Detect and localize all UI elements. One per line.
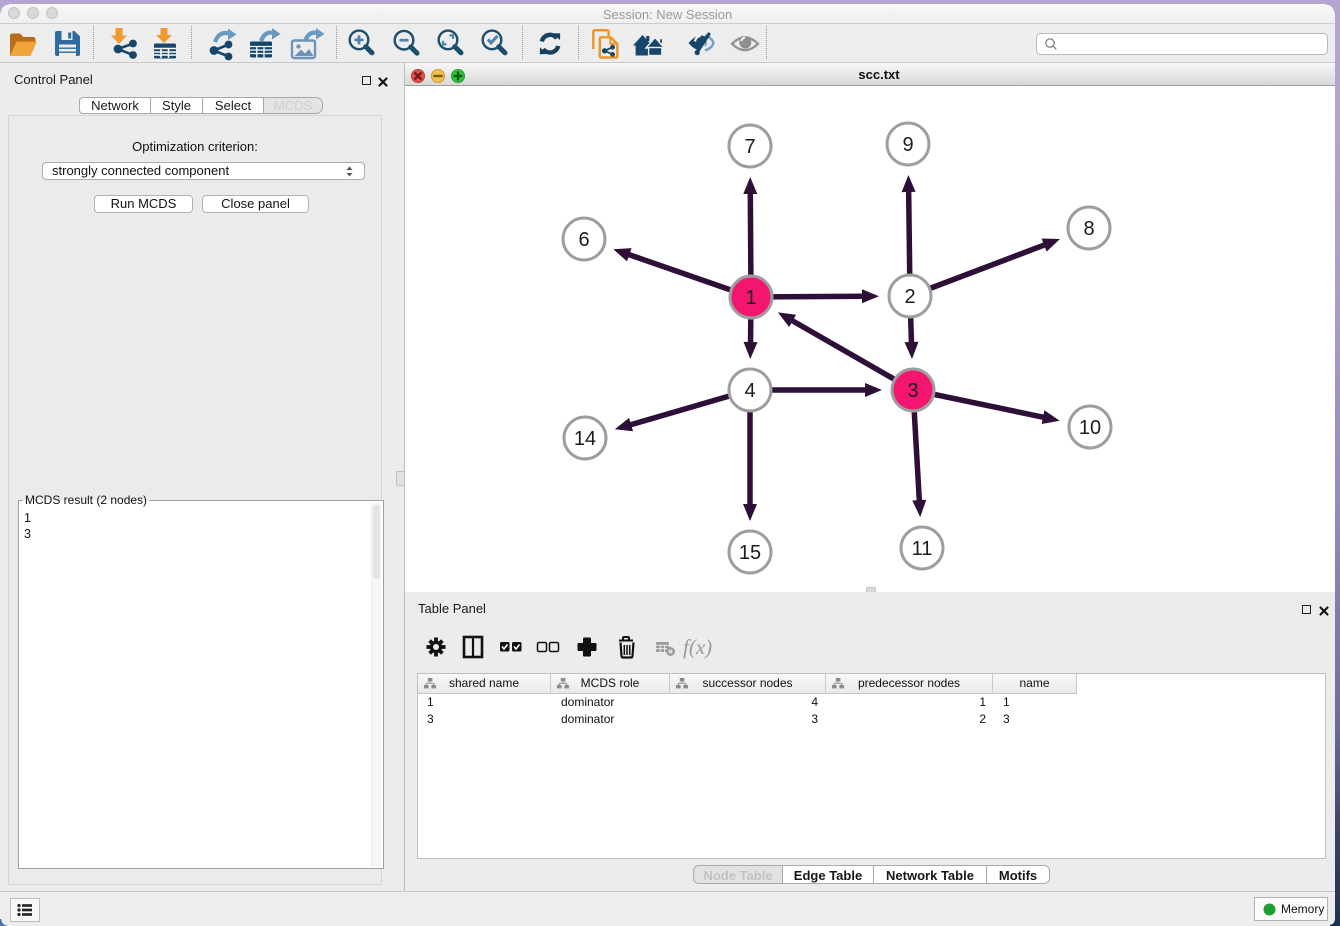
svg-text:8: 8	[1083, 218, 1094, 240]
svg-text:11: 11	[912, 538, 933, 560]
svg-text:3: 3	[907, 380, 918, 402]
svg-text:1: 1	[745, 287, 756, 309]
svg-text:15: 15	[739, 542, 761, 564]
svg-text:9: 9	[902, 134, 913, 156]
svg-text:7: 7	[744, 136, 755, 158]
svg-text:4: 4	[744, 380, 755, 402]
svg-text:6: 6	[578, 229, 589, 251]
svg-text:2: 2	[904, 286, 915, 308]
svg-text:10: 10	[1079, 417, 1101, 439]
svg-text:14: 14	[574, 428, 596, 450]
svg-text:f(x): f(x)	[683, 635, 712, 659]
